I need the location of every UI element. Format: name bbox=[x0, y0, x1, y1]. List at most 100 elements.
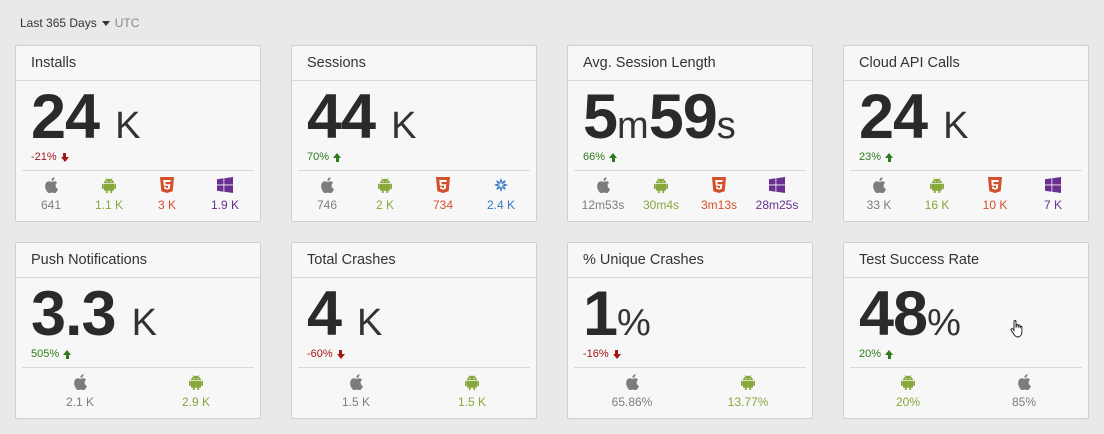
platform-breakdown: 641 1.1 K 3 K 1.9 K bbox=[22, 176, 254, 212]
platform-value: 2.9 K bbox=[181, 395, 211, 409]
platform-android: 2.9 K bbox=[138, 373, 254, 409]
arrow-up-icon bbox=[885, 349, 894, 359]
platform-breakdown: 2.1 K 2.9 K bbox=[22, 373, 254, 409]
platform-value: 28m25s bbox=[755, 198, 799, 212]
platform-breakdown: 33 K 16 K 10 K 7 K bbox=[850, 176, 1082, 212]
trend-percent: 23% bbox=[859, 151, 882, 163]
minutes-unit: m bbox=[617, 105, 649, 147]
metric-value: 24 K bbox=[859, 82, 968, 152]
divider bbox=[298, 367, 530, 368]
trend-percent: 70% bbox=[307, 151, 330, 163]
metric-unit: % bbox=[617, 302, 651, 344]
metric-minutes: 5 bbox=[583, 82, 618, 152]
toolbar: Last 365 Days UTC bbox=[20, 15, 139, 31]
metric-unit: K bbox=[131, 302, 157, 344]
arrow-up-icon bbox=[885, 152, 894, 162]
windows-icon bbox=[217, 176, 233, 194]
card-push-notifications[interactable]: Push Notifications 3.3 K 505% 2.1 K 2.9 … bbox=[15, 242, 261, 419]
metric-unit: % bbox=[927, 302, 961, 344]
divider bbox=[850, 367, 1082, 368]
trend-indicator: 70% bbox=[307, 151, 342, 163]
platform-apple: 746 bbox=[298, 176, 356, 212]
trend-percent: -60% bbox=[307, 348, 333, 360]
android-icon bbox=[465, 373, 479, 391]
platform-breakdown: 20% 85% bbox=[850, 373, 1082, 409]
trend-indicator: 505% bbox=[31, 348, 72, 360]
platform-android: 13.77% bbox=[690, 373, 806, 409]
html5-icon bbox=[988, 176, 1002, 194]
arrow-down-icon bbox=[336, 349, 345, 359]
platform-value: 1.5 K bbox=[457, 395, 487, 409]
platform-breakdown: 12m53s 30m4s 3m13s 28m25s bbox=[574, 176, 806, 212]
trend-percent: -21% bbox=[31, 151, 57, 163]
android-icon bbox=[930, 176, 944, 194]
seconds-unit: s bbox=[716, 105, 736, 147]
trend-indicator: -21% bbox=[31, 151, 69, 163]
arrow-down-icon bbox=[612, 349, 621, 359]
metric-unit: K bbox=[391, 105, 417, 147]
timezone-label: UTC bbox=[114, 16, 140, 30]
platform-apple: 1.5 K bbox=[298, 373, 414, 409]
platform-apple: 12m53s bbox=[574, 176, 632, 212]
platform-value: 746 bbox=[316, 198, 338, 212]
platform-value: 13.77% bbox=[727, 395, 769, 409]
android-icon bbox=[741, 373, 755, 391]
html5-icon bbox=[436, 176, 450, 194]
card-cloud-api-calls[interactable]: Cloud API Calls 24 K 23% 33 K 16 K 10 K … bbox=[843, 45, 1089, 222]
platform-apple: 65.86% bbox=[574, 373, 690, 409]
divider bbox=[850, 170, 1082, 171]
card-sessions[interactable]: Sessions 44 K 70% 746 2 K 734 2.4 K bbox=[291, 45, 537, 222]
card-avg-session-length[interactable]: Avg. Session Length 5 m 59 s 66% 12m53s … bbox=[567, 45, 813, 222]
divider bbox=[574, 367, 806, 368]
apple-icon bbox=[1017, 373, 1031, 391]
metric-seconds: 59 bbox=[648, 82, 718, 152]
platform-value: 641 bbox=[40, 198, 62, 212]
tizen-icon bbox=[493, 176, 509, 194]
platform-value: 12m53s bbox=[581, 198, 625, 212]
card-title: Avg. Session Length bbox=[568, 46, 812, 81]
trend-percent: -16% bbox=[583, 348, 609, 360]
platform-value: 1.5 K bbox=[341, 395, 371, 409]
platform-value: 2.4 K bbox=[486, 198, 516, 212]
metric-value: 48 % bbox=[859, 279, 961, 349]
metric-value: 24 K bbox=[31, 82, 140, 152]
metric-number: 24 bbox=[31, 82, 100, 152]
card-unique-crashes[interactable]: % Unique Crashes 1 % -16% 65.86% 13.77% bbox=[567, 242, 813, 419]
android-icon bbox=[189, 373, 203, 391]
arrow-up-icon bbox=[609, 152, 618, 162]
date-range-label: Last 365 Days bbox=[20, 16, 97, 30]
apple-icon bbox=[44, 176, 58, 194]
card-installs[interactable]: Installs 24 K -21% 641 1.1 K 3 K 1.9 K bbox=[15, 45, 261, 222]
platform-windows: 1.9 K bbox=[196, 176, 254, 212]
date-range-dropdown[interactable]: Last 365 Days bbox=[20, 16, 115, 30]
platform-breakdown: 746 2 K 734 2.4 K bbox=[298, 176, 530, 212]
windows-icon bbox=[769, 176, 785, 194]
card-test-success-rate[interactable]: Test Success Rate 48 % 20% 20% 85% bbox=[843, 242, 1089, 419]
platform-value: 33 K bbox=[866, 198, 892, 212]
apple-icon bbox=[596, 176, 610, 194]
platform-value: 7 K bbox=[1043, 198, 1062, 212]
platform-value: 16 K bbox=[924, 198, 950, 212]
arrow-up-icon bbox=[333, 152, 342, 162]
platform-value: 10 K bbox=[982, 198, 1008, 212]
card-title: Total Crashes bbox=[292, 243, 536, 278]
trend-percent: 505% bbox=[31, 348, 60, 360]
platform-apple: 641 bbox=[22, 176, 80, 212]
apple-icon bbox=[320, 176, 334, 194]
card-title: % Unique Crashes bbox=[568, 243, 812, 278]
card-total-crashes[interactable]: Total Crashes 4 K -60% 1.5 K 1.5 K bbox=[291, 242, 537, 419]
trend-percent: 66% bbox=[583, 151, 606, 163]
metric-unit: K bbox=[357, 302, 383, 344]
trend-percent: 20% bbox=[859, 348, 882, 360]
platform-android: 30m4s bbox=[632, 176, 690, 212]
platform-android: 20% bbox=[850, 373, 966, 409]
metric-number: 24 bbox=[859, 82, 928, 152]
platform-android: 1.1 K bbox=[80, 176, 138, 212]
divider bbox=[574, 170, 806, 171]
platform-value: 85% bbox=[1011, 395, 1037, 409]
apple-icon bbox=[625, 373, 639, 391]
card-title: Sessions bbox=[292, 46, 536, 81]
metric-number: 3.3 bbox=[31, 279, 117, 349]
platform-android: 1.5 K bbox=[414, 373, 530, 409]
platform-android: 16 K bbox=[908, 176, 966, 212]
